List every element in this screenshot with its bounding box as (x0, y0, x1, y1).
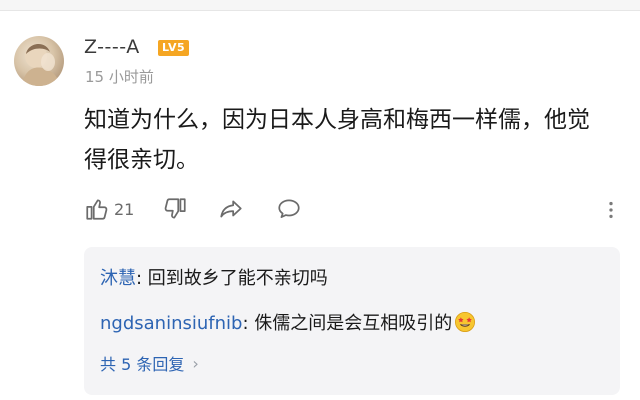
reply-button[interactable] (276, 196, 302, 222)
total-replies-label: 共 5 条回复 (100, 355, 185, 374)
thumbs-up-icon (86, 199, 108, 220)
reply-text: 回到故乡了能不亲切吗 (147, 268, 328, 289)
replies-preview: 沐慧: 回到故乡了能不亲切吗 ngdsaninsiufnib: 侏儒之间是会互相… (84, 247, 620, 395)
share-button[interactable] (218, 196, 244, 222)
avatar-image (22, 43, 60, 86)
star-struck-emoji-icon (455, 312, 476, 332)
comment-body: 知道为什么，因为日本人身高和梅西一样儒，他觉得很亲切。 (84, 107, 590, 173)
reply-item[interactable]: ngdsaninsiufnib: 侏儒之间是会互相吸引的 (100, 311, 476, 336)
more-vertical-icon (609, 201, 613, 219)
reply-author[interactable]: 沐慧 (100, 268, 136, 289)
like-count: 21 (114, 199, 135, 219)
reply-item[interactable]: 沐慧: 回到故乡了能不亲切吗 (100, 267, 328, 291)
chevron-right-icon: › (192, 353, 199, 373)
level-badge: LV5 (158, 40, 190, 56)
comment-icon (278, 199, 300, 218)
timestamp: 15 小时前 (85, 68, 154, 86)
reply-author[interactable]: ngdsaninsiufnib (100, 313, 242, 334)
comment-actions: 21 (84, 196, 624, 226)
thumbs-down-icon (164, 198, 186, 219)
view-all-replies-link[interactable]: 共 5 条回复 › (100, 351, 199, 375)
reply-separator: : (242, 313, 255, 334)
more-options-button[interactable] (600, 199, 622, 221)
avatar[interactable] (14, 36, 64, 86)
username[interactable]: Z----A (84, 36, 140, 58)
reply-text: 侏儒之间是会互相吸引的 (254, 313, 453, 334)
dislike-button[interactable] (162, 196, 188, 222)
reply-separator: : (136, 268, 148, 289)
share-icon (220, 200, 242, 218)
comment-page: Z----A LV5 15 小时前 知道为什么，因为日本人身高和梅西一样儒，他觉… (0, 0, 640, 400)
like-button[interactable]: 21 (84, 196, 134, 222)
top-divider (0, 0, 640, 11)
